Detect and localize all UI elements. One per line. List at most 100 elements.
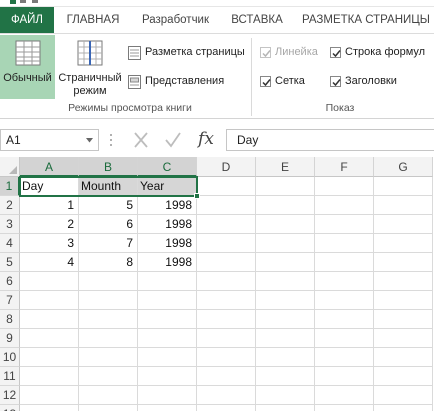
cell-b10[interactable] bbox=[79, 348, 138, 367]
cell-f4[interactable] bbox=[315, 234, 374, 253]
cell-e2[interactable] bbox=[256, 196, 315, 215]
cell-c6[interactable] bbox=[138, 272, 197, 291]
row-header-6[interactable]: 6 bbox=[0, 272, 20, 291]
cell-g1[interactable] bbox=[374, 177, 433, 196]
page-break-view-button[interactable]: Страничный режим bbox=[57, 35, 123, 99]
cell-d6[interactable] bbox=[197, 272, 256, 291]
cell-d7[interactable] bbox=[197, 291, 256, 310]
cell-c13[interactable] bbox=[138, 405, 197, 411]
cell-g8[interactable] bbox=[374, 310, 433, 329]
cell-g6[interactable] bbox=[374, 272, 433, 291]
cell-d8[interactable] bbox=[197, 310, 256, 329]
cell-e11[interactable] bbox=[256, 367, 315, 386]
cell-g7[interactable] bbox=[374, 291, 433, 310]
cell-c3[interactable]: 1998 bbox=[138, 215, 197, 234]
cell-d2[interactable] bbox=[197, 196, 256, 215]
tab-file[interactable]: ФАЙЛ bbox=[0, 7, 54, 33]
cell-e8[interactable] bbox=[256, 310, 315, 329]
cell-e4[interactable] bbox=[256, 234, 315, 253]
cell-e1[interactable] bbox=[256, 177, 315, 196]
column-header-a[interactable]: A bbox=[20, 157, 79, 177]
row-header-10[interactable]: 10 bbox=[0, 348, 20, 367]
cell-f10[interactable] bbox=[315, 348, 374, 367]
formula-bar-checkbox[interactable]: Строка формул bbox=[330, 45, 434, 61]
cell-g3[interactable] bbox=[374, 215, 433, 234]
cell-e7[interactable] bbox=[256, 291, 315, 310]
page-layout-view-button[interactable]: Разметка страницы bbox=[128, 44, 248, 62]
cell-b12[interactable] bbox=[79, 386, 138, 405]
cell-c8[interactable] bbox=[138, 310, 197, 329]
row-header-1[interactable]: 1 bbox=[0, 177, 20, 196]
confirm-entry-icon[interactable] bbox=[163, 131, 183, 149]
cell-c11[interactable] bbox=[138, 367, 197, 386]
cell-g12[interactable] bbox=[374, 386, 433, 405]
cell-f8[interactable] bbox=[315, 310, 374, 329]
save-icon[interactable] bbox=[10, 0, 16, 4]
cell-c4[interactable]: 1998 bbox=[138, 234, 197, 253]
gridlines-checkbox[interactable]: Сетка bbox=[260, 74, 320, 90]
cell-f6[interactable] bbox=[315, 272, 374, 291]
cell-a1[interactable]: Day bbox=[20, 177, 79, 196]
cell-c10[interactable] bbox=[138, 348, 197, 367]
cell-c2[interactable]: 1998 bbox=[138, 196, 197, 215]
cell-g13[interactable] bbox=[374, 405, 433, 411]
row-header-13[interactable]: 13 bbox=[0, 405, 20, 411]
tab-page-layout[interactable]: РАЗМЕТКА СТРАНИЦЫ bbox=[298, 7, 434, 33]
column-header-e[interactable]: E bbox=[256, 157, 315, 177]
normal-view-button[interactable]: Обычный bbox=[0, 35, 55, 99]
row-header-8[interactable]: 8 bbox=[0, 310, 20, 329]
cell-e9[interactable] bbox=[256, 329, 315, 348]
cell-a13[interactable] bbox=[20, 405, 79, 411]
row-header-9[interactable]: 9 bbox=[0, 329, 20, 348]
cell-e5[interactable] bbox=[256, 253, 315, 272]
tab-developer[interactable]: Разработчик bbox=[133, 7, 218, 33]
cell-g11[interactable] bbox=[374, 367, 433, 386]
cell-f2[interactable] bbox=[315, 196, 374, 215]
row-header-11[interactable]: 11 bbox=[0, 367, 20, 386]
formula-bar-resize-icon[interactable] bbox=[106, 133, 116, 147]
cell-g5[interactable] bbox=[374, 253, 433, 272]
tab-insert[interactable]: ВСТАВКА bbox=[222, 7, 292, 33]
cell-c9[interactable] bbox=[138, 329, 197, 348]
tab-home[interactable]: ГЛАВНАЯ bbox=[58, 7, 128, 33]
column-header-f[interactable]: F bbox=[315, 157, 374, 177]
cell-c12[interactable] bbox=[138, 386, 197, 405]
cell-a3[interactable]: 2 bbox=[20, 215, 79, 234]
chevron-down-icon[interactable] bbox=[86, 138, 93, 143]
row-header-2[interactable]: 2 bbox=[0, 196, 20, 215]
cell-d9[interactable] bbox=[197, 329, 256, 348]
cell-e10[interactable] bbox=[256, 348, 315, 367]
redo-icon[interactable] bbox=[32, 0, 38, 4]
select-all-corner[interactable] bbox=[0, 157, 20, 177]
cell-b2[interactable]: 5 bbox=[79, 196, 138, 215]
cell-a12[interactable] bbox=[20, 386, 79, 405]
ruler-checkbox[interactable]: Линейка bbox=[260, 45, 332, 61]
cell-b6[interactable] bbox=[79, 272, 138, 291]
cell-a7[interactable] bbox=[20, 291, 79, 310]
cell-e12[interactable] bbox=[256, 386, 315, 405]
cell-a2[interactable]: 1 bbox=[20, 196, 79, 215]
custom-views-button[interactable]: Представления bbox=[128, 73, 228, 91]
cell-b9[interactable] bbox=[79, 329, 138, 348]
cell-f13[interactable] bbox=[315, 405, 374, 411]
name-box[interactable]: A1 bbox=[0, 129, 99, 151]
formula-input[interactable]: Day bbox=[226, 129, 434, 151]
cell-b7[interactable] bbox=[79, 291, 138, 310]
cell-f7[interactable] bbox=[315, 291, 374, 310]
cell-f11[interactable] bbox=[315, 367, 374, 386]
cell-c5[interactable]: 1998 bbox=[138, 253, 197, 272]
cell-g4[interactable] bbox=[374, 234, 433, 253]
row-header-7[interactable]: 7 bbox=[0, 291, 20, 310]
cell-a6[interactable] bbox=[20, 272, 79, 291]
headings-checkbox[interactable]: Заголовки bbox=[330, 74, 410, 90]
row-header-5[interactable]: 5 bbox=[0, 253, 20, 272]
fill-handle[interactable] bbox=[194, 193, 200, 199]
cell-d5[interactable] bbox=[197, 253, 256, 272]
cell-f5[interactable] bbox=[315, 253, 374, 272]
cell-b3[interactable]: 6 bbox=[79, 215, 138, 234]
cell-b1[interactable]: Mounth bbox=[79, 177, 138, 196]
cancel-entry-icon[interactable] bbox=[131, 131, 151, 149]
cell-d11[interactable] bbox=[197, 367, 256, 386]
cell-f9[interactable] bbox=[315, 329, 374, 348]
cell-e6[interactable] bbox=[256, 272, 315, 291]
